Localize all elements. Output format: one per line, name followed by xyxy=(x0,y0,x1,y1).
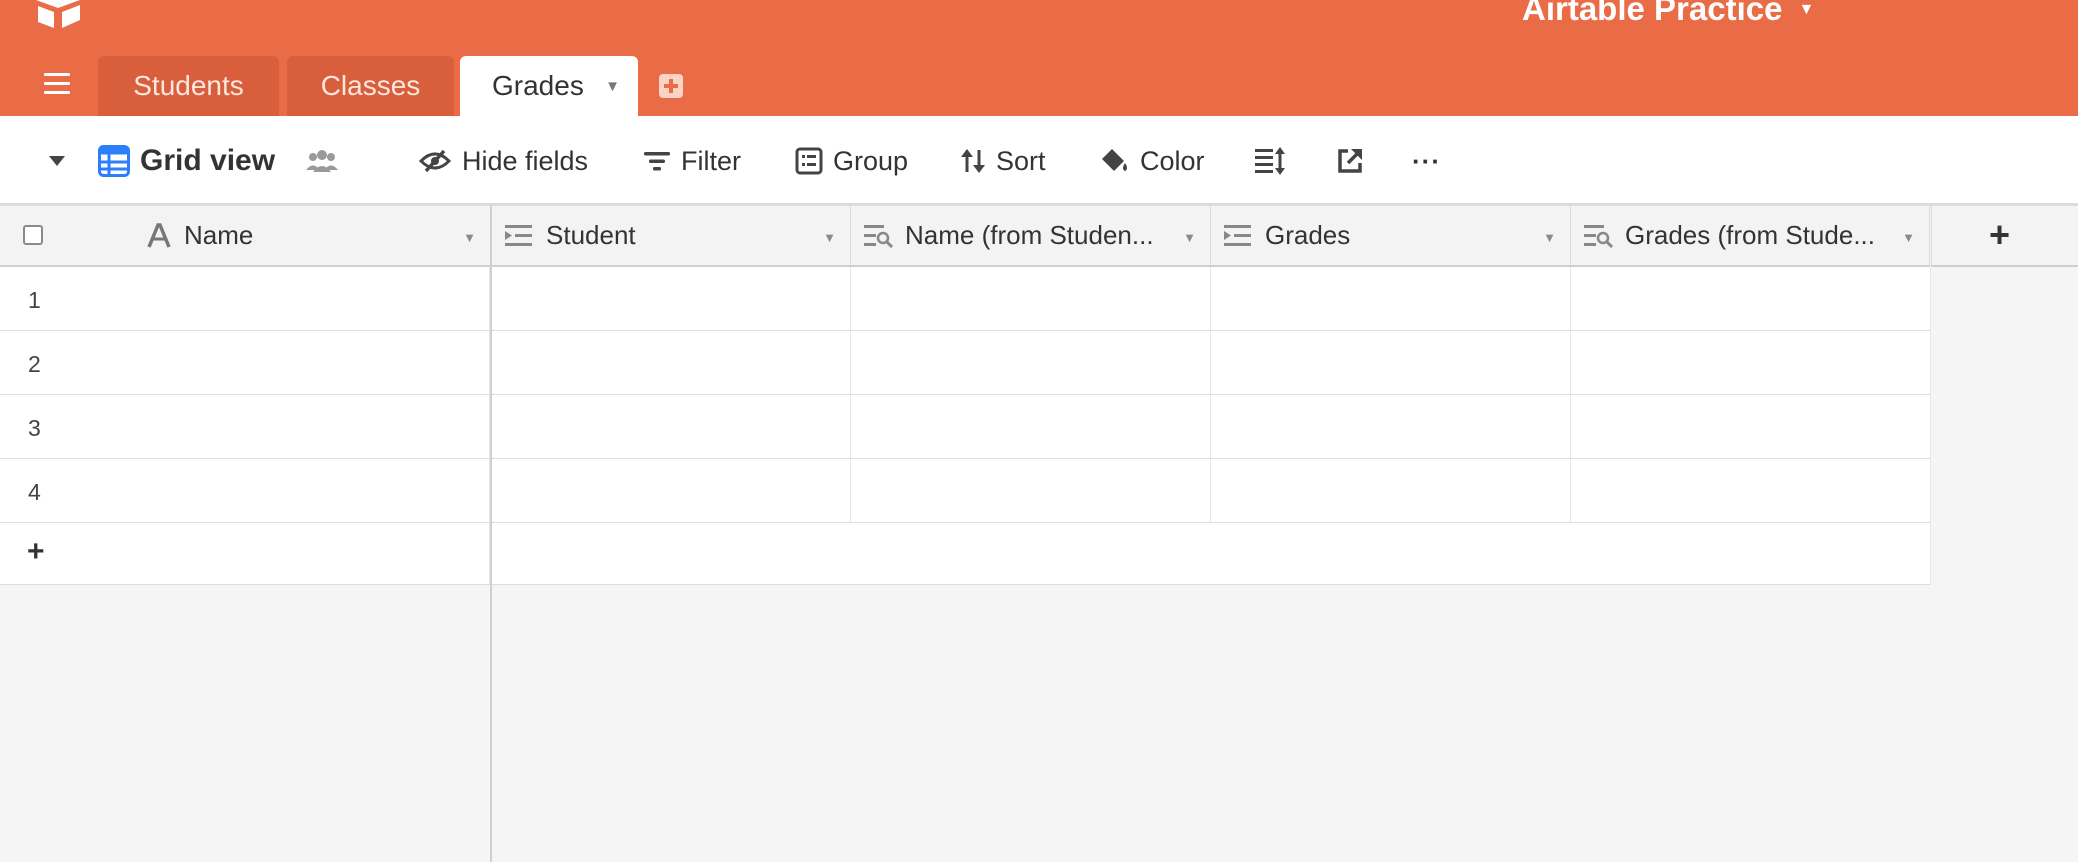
cell-name-from-student[interactable] xyxy=(851,395,1211,459)
group-button[interactable]: Group xyxy=(795,116,908,206)
frozen-column-divider xyxy=(490,206,492,862)
cell-grades[interactable] xyxy=(1211,459,1571,523)
eye-slash-icon xyxy=(418,149,452,173)
column-dropdown-icon[interactable]: ▼ xyxy=(1902,230,1915,245)
primary-cell[interactable]: 4 xyxy=(0,459,490,523)
primary-cell[interactable]: 1 xyxy=(0,267,490,331)
cell-grades[interactable] xyxy=(1211,267,1571,331)
lookup-field-icon xyxy=(1584,224,1613,248)
column-header-grades-from-student[interactable]: Grades (from Stude... ▼ xyxy=(1571,206,1930,265)
tab-grades[interactable]: Grades ▼ xyxy=(460,56,638,116)
add-row-cell-left: + xyxy=(0,523,490,585)
cell-grades-from-student[interactable] xyxy=(1571,267,1931,331)
column-header-name-from-student[interactable]: Name (from Studen... ▼ xyxy=(851,206,1211,265)
views-sidebar-toggle[interactable] xyxy=(47,116,77,206)
caret-down-icon xyxy=(49,156,65,166)
people-icon xyxy=(306,150,338,172)
column-dropdown-icon[interactable]: ▼ xyxy=(823,230,836,245)
text-field-icon xyxy=(147,222,171,248)
group-icon xyxy=(795,147,823,175)
primary-cell[interactable]: 3 xyxy=(0,395,490,459)
cell-grades[interactable] xyxy=(1211,331,1571,395)
lookup-field-icon xyxy=(864,224,893,248)
view-toolbar: Grid view Hide fields Filter Group Sort … xyxy=(0,116,2078,206)
tab-dropdown-icon[interactable]: ▼ xyxy=(605,78,620,95)
ellipsis-icon: ··· xyxy=(1412,145,1441,176)
plus-icon: + xyxy=(27,535,45,568)
view-name: Grid view xyxy=(140,144,276,177)
column-dropdown-icon[interactable]: ▼ xyxy=(1183,230,1196,245)
primary-cell[interactable]: 2 xyxy=(0,331,490,395)
cell-student[interactable] xyxy=(492,395,851,459)
more-options-button[interactable]: ··· xyxy=(1412,116,1441,206)
hamburger-menu-icon[interactable] xyxy=(44,73,70,97)
grid-view-icon xyxy=(98,145,130,177)
app-header: Airtable Practice ▼ Students Classes Grad… xyxy=(0,0,2078,116)
add-row-cell-right xyxy=(492,523,1931,585)
column-dropdown-icon[interactable]: ▼ xyxy=(463,230,476,245)
color-button[interactable]: Color xyxy=(1098,116,1205,206)
add-table-icon[interactable] xyxy=(659,74,683,98)
cell-student[interactable] xyxy=(492,459,851,523)
cell-grades-from-student[interactable] xyxy=(1571,395,1931,459)
cell-student[interactable] xyxy=(492,331,851,395)
column-header-student[interactable]: Student ▼ xyxy=(492,206,851,265)
paint-bucket-icon xyxy=(1102,149,1127,171)
base-name-menu[interactable]: Airtable Practice ▼ xyxy=(1522,0,1814,28)
filter-icon xyxy=(644,152,670,171)
plus-icon: + xyxy=(1989,214,2011,255)
collaborative-view-button[interactable] xyxy=(305,116,349,206)
link-field-icon xyxy=(505,224,532,246)
link-field-icon xyxy=(1224,224,1251,246)
row-height-button[interactable] xyxy=(1254,116,1296,206)
row-height-icon xyxy=(1255,147,1285,175)
share-icon xyxy=(1338,149,1362,173)
cell-name-from-student[interactable] xyxy=(851,459,1211,523)
cell-student[interactable] xyxy=(492,267,851,331)
row-number: 3 xyxy=(28,415,41,441)
hide-fields-button[interactable]: Hide fields xyxy=(418,116,588,206)
row-number: 2 xyxy=(28,351,41,377)
frozen-header: Name ▼ xyxy=(0,206,492,267)
share-view-button[interactable] xyxy=(1336,116,1374,206)
tab-students[interactable]: Students xyxy=(98,56,279,116)
sort-button[interactable]: Sort xyxy=(960,116,1046,206)
column-header-name[interactable]: Name ▼ xyxy=(0,206,490,265)
cell-name-from-student[interactable] xyxy=(851,267,1211,331)
filter-button[interactable]: Filter xyxy=(643,116,741,206)
cell-grades-from-student[interactable] xyxy=(1571,331,1931,395)
cell-name-from-student[interactable] xyxy=(851,331,1211,395)
column-header-grades[interactable]: Grades ▼ xyxy=(1211,206,1571,265)
tab-classes[interactable]: Classes xyxy=(287,56,454,116)
row-number: 1 xyxy=(28,287,41,313)
column-dropdown-icon[interactable]: ▼ xyxy=(1543,230,1556,245)
sort-icon xyxy=(961,149,985,173)
add-field-button[interactable]: + xyxy=(1931,206,2078,267)
view-switcher[interactable]: Grid view xyxy=(98,116,275,206)
airtable-logo-icon[interactable] xyxy=(34,0,82,28)
row-number: 4 xyxy=(28,479,41,505)
cell-grades-from-student[interactable] xyxy=(1571,459,1931,523)
cell-grades[interactable] xyxy=(1211,395,1571,459)
main-header: Student ▼ Name (from Studen... ▼ Grades … xyxy=(492,206,1930,267)
